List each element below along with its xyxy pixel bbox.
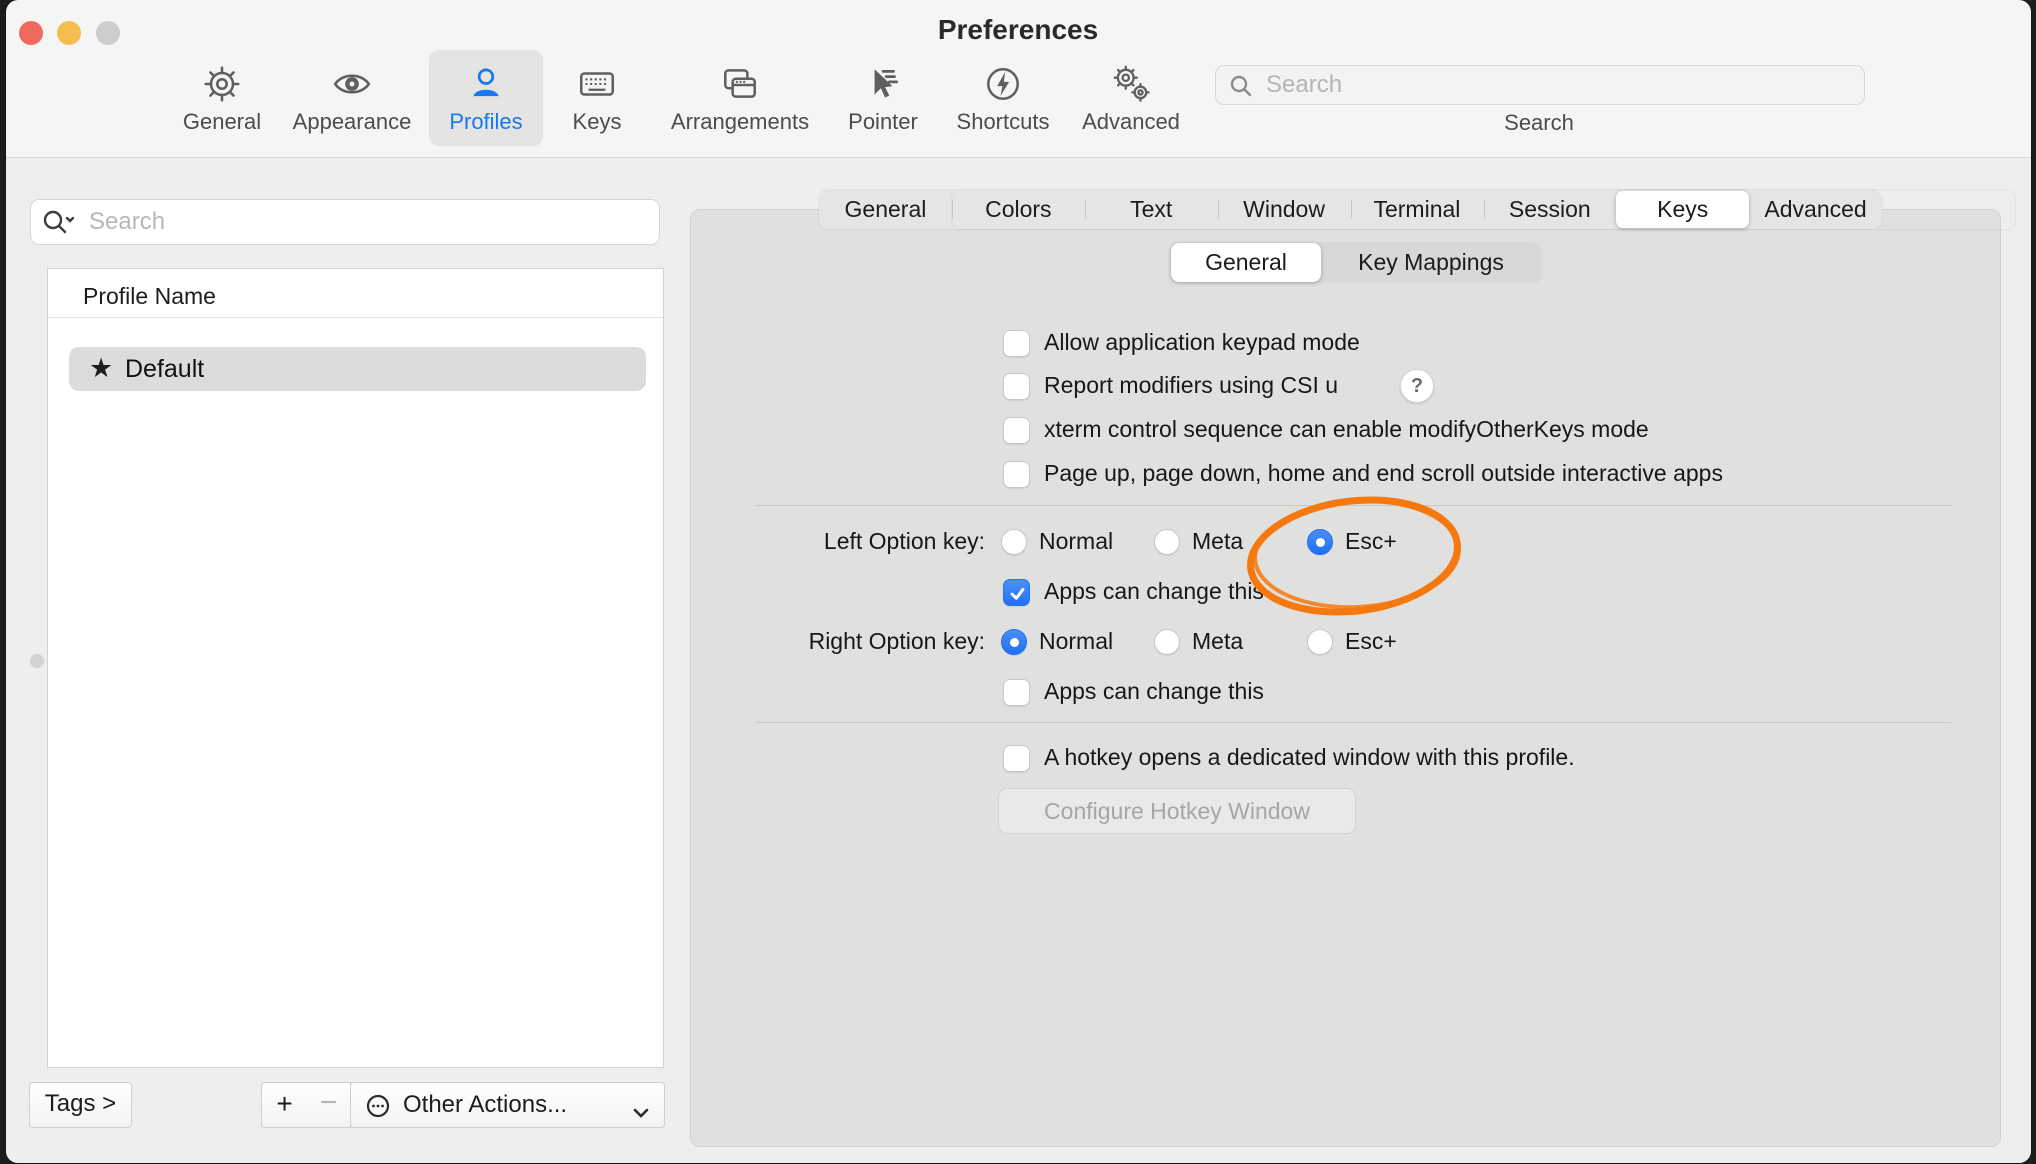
radio-label: Normal bbox=[1039, 628, 1113, 655]
checkbox-keypad-mode[interactable] bbox=[1003, 330, 1030, 357]
radio-label: Meta bbox=[1192, 528, 1243, 555]
toolbar-label: General bbox=[147, 109, 297, 135]
radio-left-option-meta[interactable] bbox=[1154, 529, 1180, 555]
radio-label: Normal bbox=[1039, 528, 1113, 555]
help-button[interactable]: ? bbox=[1400, 369, 1434, 403]
window-title: Preferences bbox=[0, 14, 2036, 46]
checkbox-csi-u[interactable] bbox=[1003, 373, 1030, 400]
toolbar-item-arrangements[interactable]: Arrangements bbox=[655, 55, 825, 145]
radio-label: Esc+ bbox=[1345, 528, 1397, 555]
checkbox-hotkey-window[interactable] bbox=[1003, 745, 1030, 772]
search-menu-icon bbox=[41, 208, 77, 236]
ellipsis-circle-icon bbox=[365, 1093, 391, 1119]
toolbar-label: Appearance bbox=[277, 109, 427, 135]
checkbox-label: A hotkey opens a dedicated window with t… bbox=[1044, 744, 1575, 771]
radio-right-option-meta[interactable] bbox=[1154, 629, 1180, 655]
toolbar-label: Arrangements bbox=[655, 109, 825, 135]
checkbox-label: Report modifiers using CSI u bbox=[1044, 372, 1338, 399]
checkbox-label: Allow application keypad mode bbox=[1044, 329, 1360, 356]
checkbox-scroll-outside-apps[interactable] bbox=[1003, 461, 1030, 488]
tags-button[interactable]: Tags > bbox=[29, 1082, 132, 1128]
toolbar-search-input[interactable] bbox=[1264, 69, 1844, 101]
checkbox-label: Apps can change this bbox=[1044, 678, 1264, 705]
header-divider bbox=[48, 317, 663, 318]
gears-icon bbox=[1110, 63, 1152, 105]
checkbox-label: Apps can change this bbox=[1044, 578, 1264, 605]
toolbar-search-caption: Search bbox=[1439, 110, 1639, 136]
left-option-key-label: Left Option key: bbox=[700, 528, 985, 555]
radio-label: Esc+ bbox=[1345, 628, 1397, 655]
radio-label: Meta bbox=[1192, 628, 1243, 655]
gear-icon bbox=[201, 63, 243, 105]
radio-left-option-esc[interactable] bbox=[1307, 529, 1333, 555]
tab-separator bbox=[1351, 200, 1352, 219]
radio-right-option-esc[interactable] bbox=[1307, 629, 1333, 655]
profile-row-default[interactable]: ★ Default bbox=[69, 347, 646, 391]
checkbox-label: Page up, page down, home and end scroll … bbox=[1044, 460, 1723, 487]
tab-separator bbox=[1085, 200, 1086, 219]
checkbox-right-apps-can-change[interactable] bbox=[1003, 679, 1030, 706]
toolbar-search-field[interactable] bbox=[1215, 65, 1865, 105]
tab-separator bbox=[1484, 200, 1485, 219]
profile-search-field[interactable] bbox=[30, 199, 660, 245]
radio-right-option-normal[interactable] bbox=[1001, 629, 1027, 655]
checkbox-left-apps-can-change[interactable] bbox=[1003, 579, 1030, 606]
eye-icon bbox=[331, 63, 373, 105]
profile-name: Default bbox=[125, 355, 204, 384]
section-divider bbox=[755, 722, 1951, 723]
add-profile-button[interactable]: + bbox=[261, 1082, 308, 1128]
subtab-key-mappings[interactable]: Key Mappings bbox=[1322, 242, 1540, 283]
section-divider bbox=[755, 505, 1951, 506]
checkbox-label: xterm control sequence can enable modify… bbox=[1044, 416, 1649, 443]
other-actions-label: Other Actions... bbox=[403, 1091, 567, 1119]
keyboard-icon bbox=[576, 63, 618, 105]
right-option-key-label: Right Option key: bbox=[700, 628, 985, 655]
cursor-icon bbox=[862, 63, 904, 105]
toolbar-item-general[interactable]: General bbox=[147, 55, 297, 145]
star-icon: ★ bbox=[89, 353, 113, 384]
toolbar-label: Advanced bbox=[1056, 109, 1206, 135]
toolbar-item-keys[interactable]: Keys bbox=[522, 55, 672, 145]
profile-search-input[interactable] bbox=[87, 205, 637, 239]
toolbar-item-advanced[interactable]: Advanced bbox=[1056, 55, 1206, 145]
profile-list: Profile Name ★ Default bbox=[47, 268, 664, 1068]
person-icon bbox=[465, 63, 507, 105]
configure-hotkey-window-button: Configure Hotkey Window bbox=[998, 788, 1356, 834]
screen: Preferences General Appearance bbox=[0, 0, 2036, 1164]
profile-list-header: Profile Name bbox=[83, 283, 216, 310]
other-actions-dropdown[interactable]: Other Actions... bbox=[350, 1082, 665, 1128]
subtab-general[interactable]: General bbox=[1171, 243, 1321, 282]
checkbox-modify-other-keys[interactable] bbox=[1003, 417, 1030, 444]
search-icon bbox=[1228, 73, 1254, 99]
tab-separator bbox=[1218, 200, 1219, 219]
remove-profile-button[interactable]: − bbox=[307, 1082, 351, 1128]
splitter-handle[interactable] bbox=[30, 654, 44, 668]
toolbar-label: Keys bbox=[522, 109, 672, 135]
bolt-circle-icon bbox=[982, 63, 1024, 105]
tab-general[interactable]: General bbox=[819, 190, 952, 229]
tab-separator bbox=[952, 200, 953, 219]
keys-subtab-bar: General Key Mappings bbox=[1170, 242, 1542, 283]
radio-left-option-normal[interactable] bbox=[1001, 529, 1027, 555]
toolbar-divider bbox=[6, 157, 2031, 158]
window-stack-icon bbox=[719, 63, 761, 105]
toolbar-item-appearance[interactable]: Appearance bbox=[277, 55, 427, 145]
chevron-down-icon bbox=[632, 1099, 650, 1113]
